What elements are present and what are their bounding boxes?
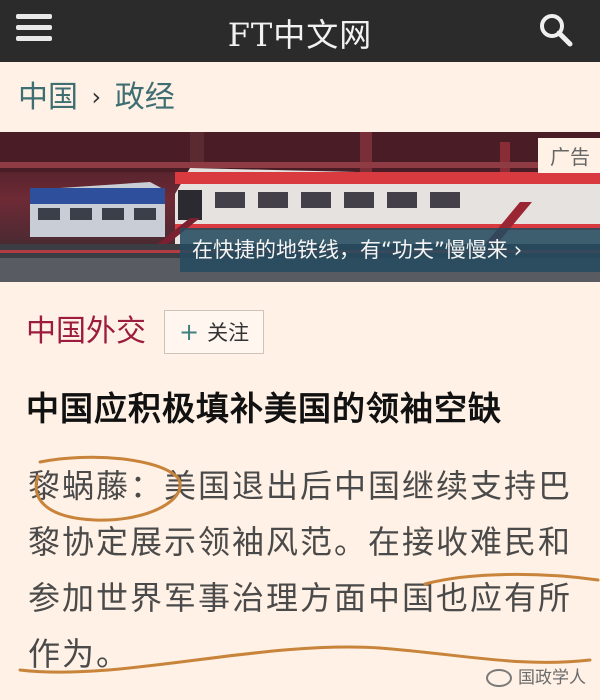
wechat-icon [486, 669, 512, 687]
search-icon[interactable] [538, 12, 574, 48]
banner-caption-text: 在快捷的地铁线，有“功夫”慢慢来 [192, 238, 508, 262]
chevron-right-icon: › [513, 238, 523, 262]
breadcrumb-section-link[interactable]: 中国 [18, 80, 78, 115]
follow-label: 关注 [207, 321, 250, 345]
watermark: 国政学人 [486, 663, 586, 688]
plus-icon: + [179, 318, 200, 346]
ad-banner[interactable]: 广告 在快捷的地铁线，有“功夫”慢慢来 › [0, 132, 600, 282]
ad-label: 广告 [538, 138, 600, 173]
breadcrumb-subsection-link[interactable]: 政经 [115, 80, 175, 115]
breadcrumb: 中国 › 政经 [18, 72, 175, 116]
chevron-right-icon: › [91, 83, 102, 111]
topic-tag-link[interactable]: 中国外交 [26, 308, 146, 356]
site-logo[interactable]: FT中文网 [0, 10, 600, 56]
article-standfirst: 黎蜗藤：美国退出后中国继续支持巴黎协定展示领袖风范。在接收难民和参加世界军事治理… [28, 467, 573, 673]
banner-caption-link[interactable]: 在快捷的地铁线，有“功夫”慢慢来 › [180, 228, 600, 272]
topic-row: 中国外交 + 关注 [26, 308, 265, 356]
watermark-text: 国政学人 [518, 668, 586, 688]
top-navigation-bar: FT中文网 [0, 0, 600, 62]
article-headline[interactable]: 中国应积极填补美国的领袖空缺 [26, 382, 586, 430]
follow-button[interactable]: + 关注 [164, 310, 265, 354]
